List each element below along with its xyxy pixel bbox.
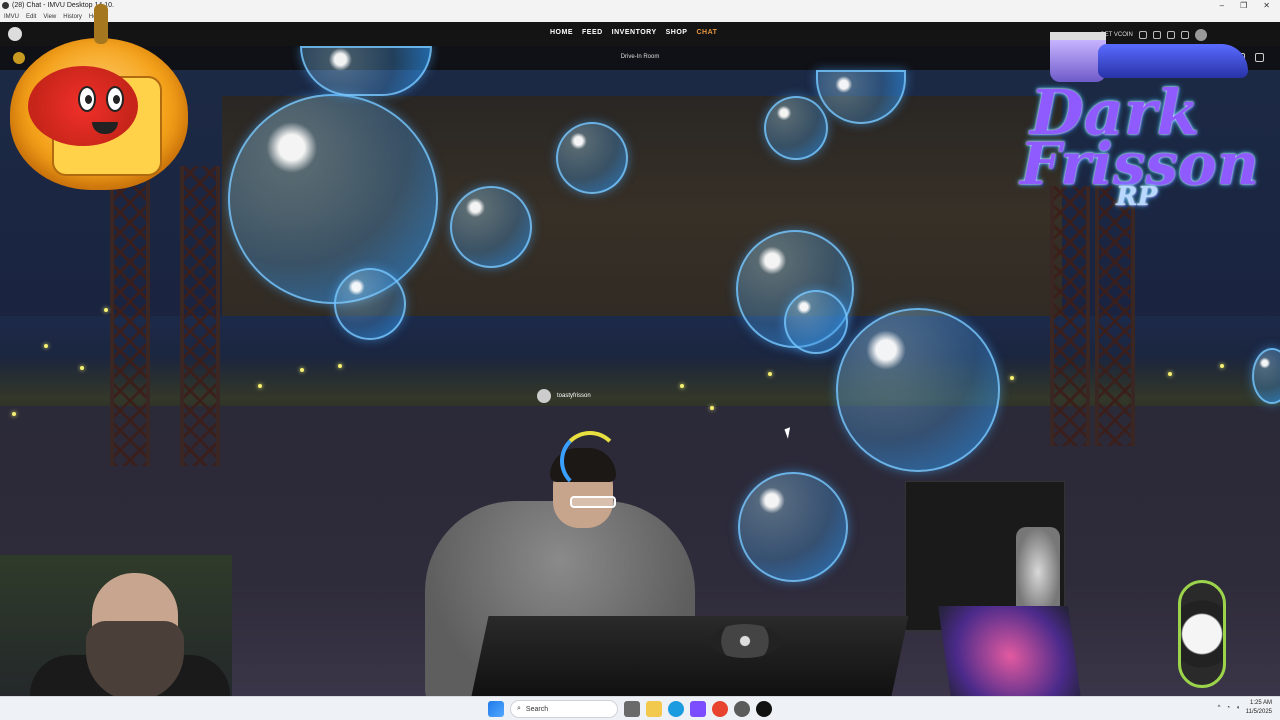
nav-inventory[interactable]: INVENTORY [612, 29, 657, 36]
dj-deck [471, 616, 909, 696]
firefly [1168, 372, 1172, 376]
minimize-button[interactable]: – [1220, 0, 1224, 11]
dj-booth-light [937, 606, 1083, 696]
menu-view[interactable]: View [43, 14, 56, 20]
nav-chat[interactable]: CHAT [696, 29, 717, 36]
firefly [768, 372, 772, 376]
volume-icon[interactable]: ◖ [1236, 705, 1240, 711]
scaffold-tower-right-2 [1095, 186, 1135, 446]
firefly [44, 344, 48, 348]
settings-gear-icon[interactable] [734, 701, 750, 717]
maximize-button[interactable]: ❐ [1240, 0, 1247, 11]
mail-icon[interactable] [1166, 31, 1175, 39]
taskbar-search[interactable]: ⌕ Search [510, 700, 618, 718]
car-graphic [1098, 44, 1248, 78]
dark-frisson-logo: Dark Frisson RP [1012, 32, 1259, 222]
imvu-taskbar-icon[interactable] [756, 701, 772, 717]
window-titlebar: (28) Chat - IMVU Desktop 14.10. – ❐ ✕ [0, 0, 1280, 11]
user-avatar[interactable] [1194, 29, 1207, 41]
firefly [104, 308, 108, 312]
nav-links: HOME FEED INVENTORY SHOP CHAT [550, 29, 717, 36]
bubble [764, 96, 828, 160]
bubble [300, 46, 432, 96]
avatar-nametag[interactable]: toastyfrisson [537, 389, 591, 403]
system-clock[interactable]: 1:25 AM 11/5/2025 [1246, 699, 1272, 717]
wifi-icon[interactable]: ◔ [1227, 705, 1231, 711]
webcam-overlay [0, 555, 232, 705]
nav-right: GET VCOIN [1100, 29, 1207, 41]
pumpkin-overlay [10, 4, 188, 190]
bubble [450, 186, 532, 268]
firefly [338, 364, 342, 368]
logo-line-3: RP [1116, 182, 1158, 212]
turntable-platter [710, 624, 780, 658]
menu-bar: IMVU Edit View History He [0, 11, 1280, 22]
app-icon [2, 2, 9, 9]
speaker-cone [1016, 527, 1060, 617]
bubble [556, 122, 628, 194]
chrome-icon[interactable] [712, 701, 728, 717]
menu-edit[interactable]: Edit [26, 14, 36, 20]
headphones-icon [560, 431, 620, 491]
scaffold-tower-left [110, 166, 150, 466]
settings-icon[interactable] [1180, 31, 1189, 39]
notification-icon[interactable] [1152, 31, 1161, 39]
windows-start-icon[interactable] [488, 701, 504, 717]
pumpkin-eye-left [78, 86, 96, 112]
pumpkin-eye-right [106, 86, 124, 112]
clock-date: 11/5/2025 [1245, 709, 1272, 715]
close-button[interactable]: ✕ [1263, 0, 1270, 11]
bubble [334, 268, 406, 340]
scaffold-tower-left-2 [180, 166, 220, 466]
task-view-icon[interactable] [624, 701, 640, 717]
imvu-logo-icon[interactable] [8, 27, 22, 41]
nametag-username: toastyfrisson [557, 393, 591, 399]
system-tray: ^ ◔ ◖ 1:25 AM 11/5/2025 [1218, 699, 1272, 717]
window-controls: – ❐ ✕ [1220, 0, 1270, 11]
cart-icon[interactable] [1138, 31, 1147, 39]
search-icon: ⌕ [517, 705, 521, 712]
taskbar-center: ⌕ Search [488, 700, 772, 718]
dj-glasses [570, 496, 616, 508]
firefly [680, 384, 684, 388]
firefly [1220, 364, 1224, 368]
bubble [784, 290, 848, 354]
firefly [12, 412, 16, 416]
firefly [258, 384, 262, 388]
edge-icon[interactable] [668, 701, 684, 717]
firefly [710, 406, 714, 410]
taskbar: ⌕ Search ^ ◔ ◖ 1:25 AM 11/5/2025 [0, 696, 1280, 720]
nav-shop[interactable]: SHOP [666, 29, 688, 36]
nav-feed[interactable]: FEED [582, 29, 603, 36]
bubble [738, 472, 848, 582]
search-placeholder: Search [525, 705, 549, 713]
menu-history[interactable]: History [63, 14, 82, 20]
bubble [228, 94, 438, 304]
nav-home[interactable]: HOME [550, 29, 573, 36]
firefly [1010, 376, 1014, 380]
bubble [836, 308, 1000, 472]
menu-imvu[interactable]: IMVU [4, 14, 19, 20]
firefly [300, 368, 304, 372]
pumpkin-stem [94, 4, 108, 44]
nametag-avatar [537, 389, 551, 403]
file-explorer-icon[interactable] [646, 701, 662, 717]
clock-time: 1:25 AM [1249, 700, 1272, 706]
rumble-squad-badge [1178, 580, 1226, 688]
tray-chevron-icon[interactable]: ^ [1218, 705, 1221, 711]
firefly [80, 366, 84, 370]
scaffold-tower-right [1050, 186, 1090, 446]
store-icon[interactable] [690, 701, 706, 717]
